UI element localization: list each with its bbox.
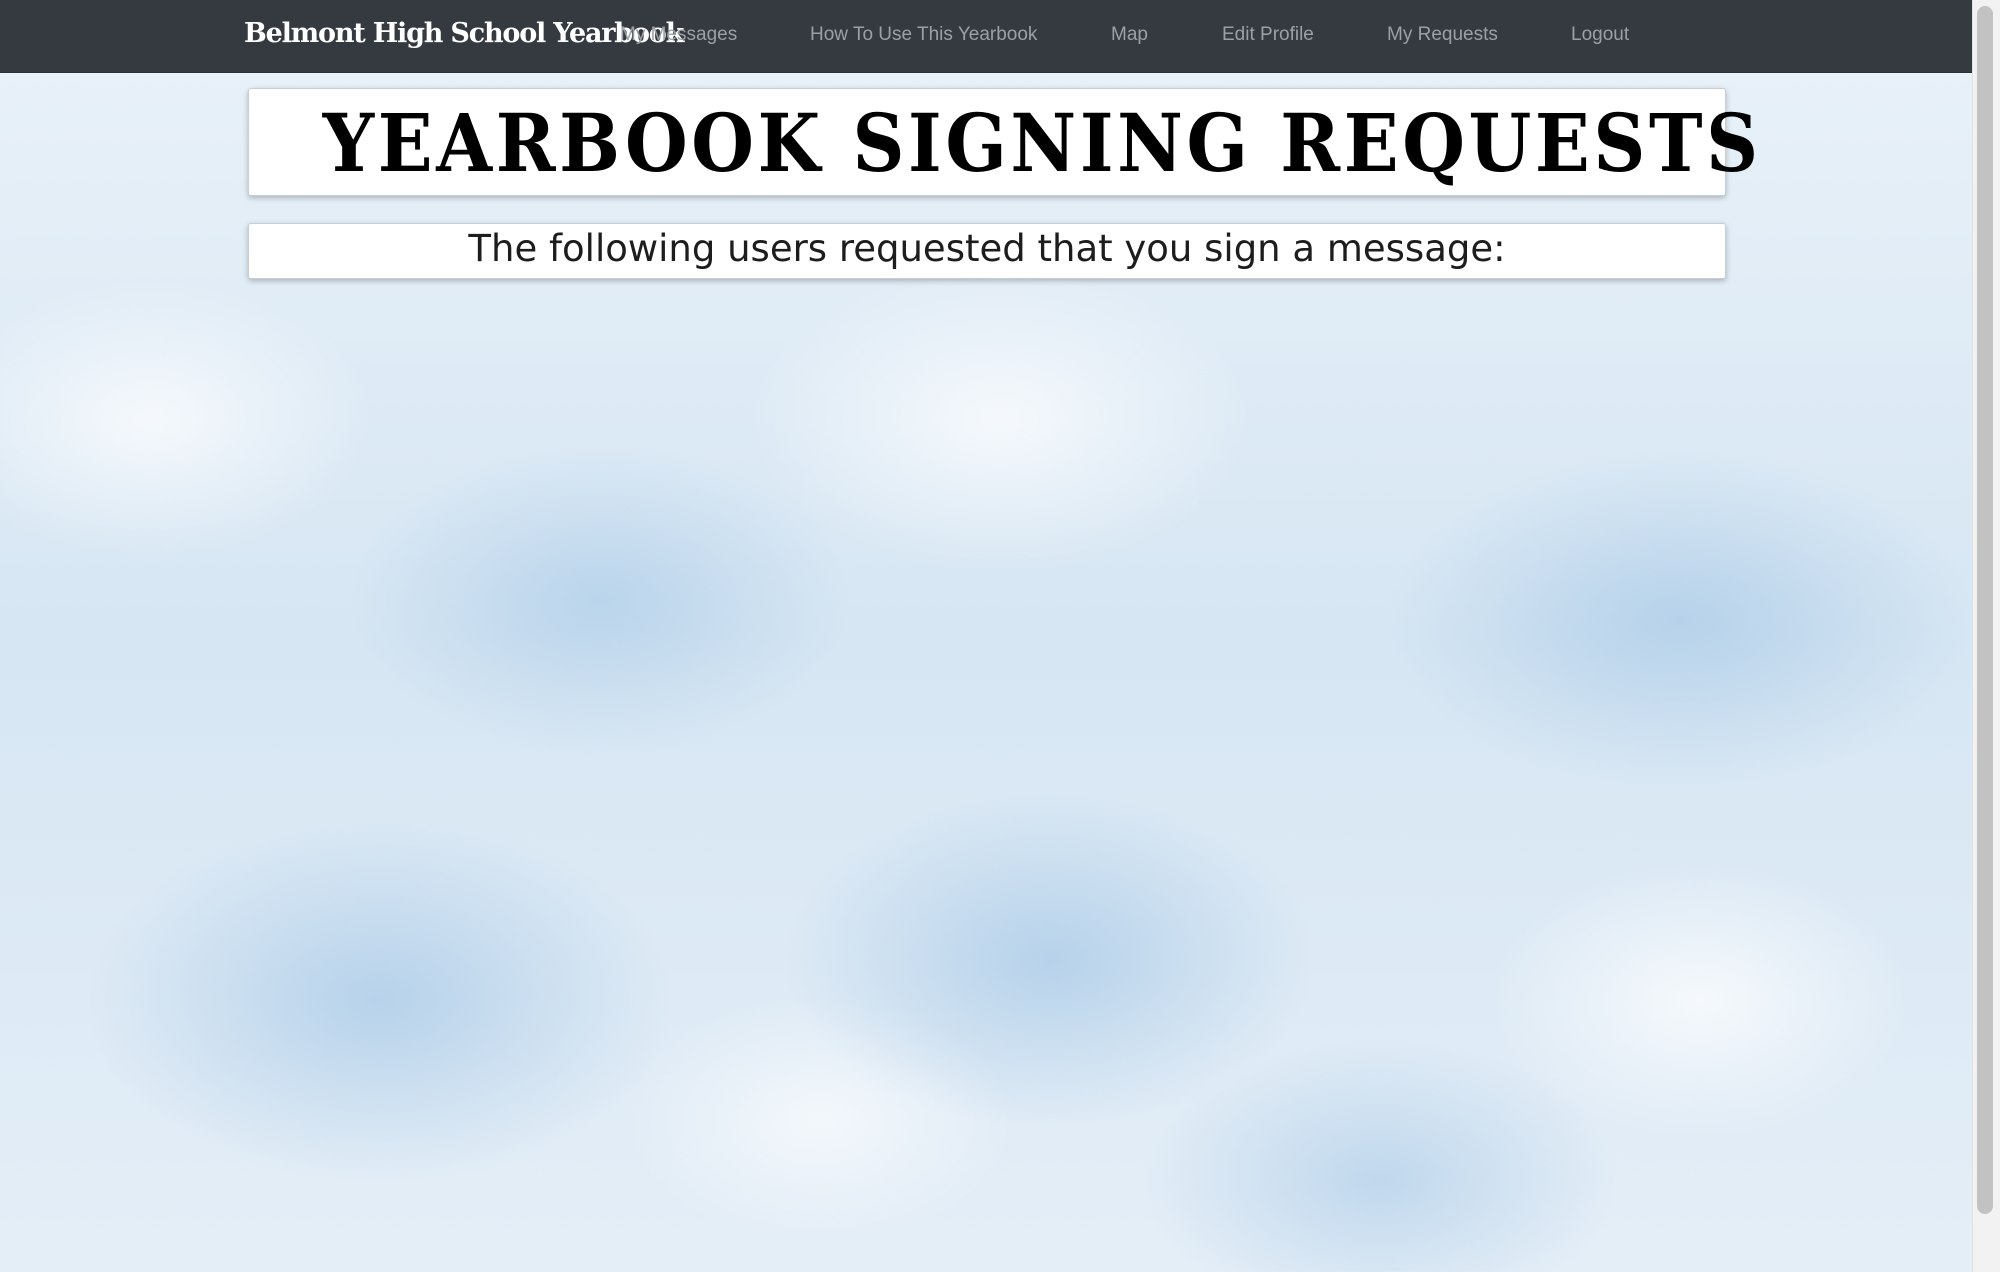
nav-link-map[interactable]: Map	[1111, 22, 1148, 48]
requests-card: The following users requested that you s…	[248, 223, 1726, 279]
top-navbar: Belmont High School Yearbook My Messages…	[0, 0, 1972, 73]
requests-intro-text: The following users requested that you s…	[468, 227, 1506, 270]
page-title: YEARBOOK SIGNING REQUESTS	[322, 96, 1762, 190]
scrollbar-thumb[interactable]	[1977, 6, 1993, 1214]
nav-link-my-requests[interactable]: My Requests	[1387, 22, 1498, 48]
nav-link-my-messages[interactable]: My Messages	[620, 22, 737, 48]
nav-link-edit-profile[interactable]: Edit Profile	[1222, 22, 1314, 48]
navbar-brand[interactable]: Belmont High School Yearbook	[244, 14, 684, 54]
nav-link-logout[interactable]: Logout	[1571, 22, 1629, 48]
title-card: YEARBOOK SIGNING REQUESTS	[248, 88, 1762, 196]
nav-link-how-to-use[interactable]: How To Use This Yearbook	[810, 22, 1037, 48]
